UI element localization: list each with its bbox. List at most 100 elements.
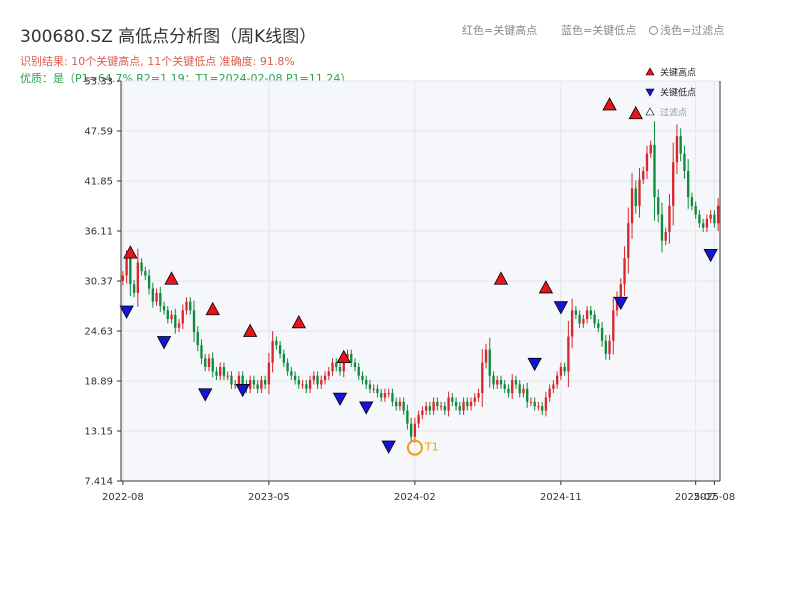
candle-body xyxy=(623,258,626,285)
y-tick-label: 13.15 xyxy=(84,427,113,438)
candle-body xyxy=(200,345,203,359)
candle-body xyxy=(144,271,147,276)
candle-body xyxy=(290,371,293,376)
candle-body xyxy=(552,384,555,389)
candle-body xyxy=(174,314,177,328)
candle-body xyxy=(252,380,256,385)
candle-body xyxy=(526,388,529,402)
candle-body xyxy=(563,367,566,372)
y-tick-label: 30.37 xyxy=(84,277,113,288)
candle-body xyxy=(293,375,297,381)
candle-body xyxy=(237,375,241,385)
candle-body xyxy=(365,380,368,385)
candle-body xyxy=(136,262,140,293)
candle-body xyxy=(361,375,364,381)
x-tick-label: 2024-02 xyxy=(394,492,436,503)
candle-body xyxy=(159,292,162,307)
candle-body xyxy=(308,380,312,389)
candle-body xyxy=(282,353,286,363)
candle-body xyxy=(541,406,544,411)
candle-body xyxy=(196,332,199,346)
candle-body xyxy=(518,384,521,394)
candle-body xyxy=(286,362,289,372)
candle-body xyxy=(567,336,570,372)
candle-body xyxy=(350,353,353,363)
candle-body xyxy=(327,371,330,376)
candle-body xyxy=(256,384,259,389)
candle-body xyxy=(226,375,229,377)
candle-body xyxy=(511,380,514,394)
candle-body xyxy=(698,214,701,224)
candle-body xyxy=(189,301,192,311)
x-tick-label: 2025-08 xyxy=(693,492,735,503)
candle-body xyxy=(353,362,357,368)
candle-body xyxy=(305,384,308,389)
candle-body xyxy=(589,310,593,315)
candle-body xyxy=(496,380,499,385)
candle-body xyxy=(499,380,503,385)
candle-body xyxy=(653,144,656,198)
candle-body xyxy=(204,358,207,368)
candle-body xyxy=(466,401,469,407)
candle-body xyxy=(690,197,694,206)
candle-body xyxy=(481,362,484,394)
candle-body xyxy=(316,375,319,385)
y-tick-label: 24.63 xyxy=(84,327,113,338)
y-tick-label: 41.85 xyxy=(84,177,113,188)
candle-body xyxy=(312,375,315,381)
legend-high-label: 关键高点 xyxy=(660,67,696,79)
candle-body xyxy=(428,406,432,411)
candle-body xyxy=(555,375,559,385)
candle-body xyxy=(548,388,551,398)
candle-body xyxy=(537,406,540,408)
candle-body xyxy=(709,214,712,219)
candle-body xyxy=(687,170,690,198)
candle-body xyxy=(155,292,158,302)
candle-body xyxy=(177,323,181,328)
candle-body xyxy=(376,388,379,394)
candle-body xyxy=(413,423,417,437)
legend-filtered-label: 过滤点 xyxy=(660,107,687,119)
candle-body xyxy=(421,410,424,415)
candle-body xyxy=(600,327,604,341)
candle-body xyxy=(559,367,563,376)
candle-body xyxy=(406,410,409,424)
candle-body xyxy=(275,340,278,346)
candle-body xyxy=(222,367,226,376)
candle-body xyxy=(166,310,169,320)
candle-body xyxy=(368,384,372,389)
candle-body xyxy=(477,393,480,398)
candle-body xyxy=(297,380,300,385)
candlestick-chart: T1 7.414 13.15 18.89 24.63 30.37 36.11 41.85 47… xyxy=(84,67,735,504)
candle-body xyxy=(439,406,443,408)
candle-body xyxy=(473,397,476,402)
candle-body xyxy=(585,310,589,320)
candle-body xyxy=(391,393,394,402)
candle-body xyxy=(612,310,615,341)
candle-body xyxy=(649,144,652,154)
candle-body xyxy=(372,388,375,390)
candle-body xyxy=(129,258,132,285)
candle-body xyxy=(668,205,671,232)
candle-body xyxy=(132,284,136,293)
candle-body xyxy=(570,310,574,337)
candle-body xyxy=(630,188,634,224)
candle-body xyxy=(574,310,578,315)
candle-body xyxy=(402,401,405,411)
x-tick-label: 2022-08 xyxy=(102,492,144,503)
candle-body xyxy=(125,258,128,276)
candle-body xyxy=(582,319,585,324)
candle-body xyxy=(694,205,697,215)
candle-body xyxy=(529,401,533,403)
candle-body xyxy=(260,380,263,389)
candle-body xyxy=(597,323,600,328)
candle-body xyxy=(627,223,630,259)
candle-body xyxy=(207,358,211,368)
x-tick-label: 2024-11 xyxy=(540,492,582,503)
candle-body xyxy=(634,188,637,206)
y-tick-label: 53.33 xyxy=(84,77,113,88)
candle-body xyxy=(181,310,184,324)
candle-body xyxy=(301,384,304,386)
y-tick-label: 18.89 xyxy=(84,377,113,388)
candle-body xyxy=(503,384,506,389)
